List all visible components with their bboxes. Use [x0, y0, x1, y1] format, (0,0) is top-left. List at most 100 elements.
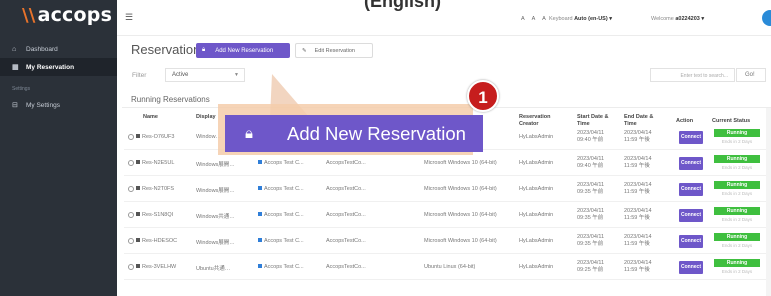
creator: HyLabsAdmin [519, 238, 554, 244]
row-select-radio[interactable] [128, 134, 134, 140]
status-cell: Running Ends in 2 Days [714, 129, 760, 144]
keyboard-label: Keyboard [549, 16, 573, 22]
filter-value: Active [172, 72, 189, 78]
column-header-name[interactable]: Name [143, 114, 158, 121]
keyboard-selector[interactable]: Keyboard Auto (en-US) ▾ [549, 16, 612, 22]
avatar[interactable] [762, 10, 771, 26]
sidebar-section-settings: Settings [12, 86, 31, 92]
add-new-reservation-label: Add New Reservation [215, 47, 274, 54]
connect-button[interactable]: Connect [679, 131, 703, 144]
scrollbar[interactable] [766, 108, 771, 296]
end-time: 2023/04/14 11:59 午後 [624, 208, 652, 222]
status-cell: Running Ends in 2 Days [714, 181, 760, 196]
end-time: 2023/04/14 11:59 午後 [624, 156, 652, 170]
vm-icon [136, 238, 140, 242]
display-name: Windows展開… [196, 240, 235, 246]
creator: HyLabsAdmin [519, 134, 554, 140]
template-text: Accops Test C... [264, 160, 304, 166]
user-menu[interactable]: Welcome a0224203 ▾ [651, 16, 704, 22]
row-select-radio[interactable] [128, 264, 134, 270]
connect-button[interactable]: Connect [679, 235, 703, 248]
end-time: 2023/04/14 11:59 午後 [624, 260, 652, 274]
os-name: Microsoft Windows 10 (64-bit) [424, 212, 497, 218]
reservation-name[interactable]: Res-O76UF3 [136, 134, 174, 140]
status-subtext: Ends in 2 Days [721, 191, 753, 196]
end-time: 2023/04/14 11:59 午後 [624, 182, 652, 196]
go-button[interactable]: Go! [736, 68, 766, 82]
display-name: Windows展開… [196, 188, 235, 194]
status-badge: Running [714, 181, 760, 189]
row-select-radio[interactable] [128, 238, 134, 244]
start-clock: 09:35 午前 [577, 189, 604, 195]
start-date: 2023/04/11 [577, 260, 605, 266]
end-clock: 11:59 午後 [624, 189, 650, 195]
connect-button[interactable]: Connect [679, 209, 703, 222]
column-header-action: Action [676, 118, 694, 124]
end-clock: 11:59 午後 [624, 163, 650, 169]
reservation-name[interactable]: Res-S1N8QI [136, 212, 173, 218]
app-logo[interactable]: \\ accops [22, 4, 112, 30]
top-bar: ☰ (English) A A A Keyboard Auto (en-US) … [117, 0, 771, 36]
connect-button[interactable]: Connect [679, 261, 703, 274]
display-name: Ubuntu共通… [196, 266, 231, 272]
end-date: 2023/04/14 [624, 130, 652, 136]
welcome-label: Welcome [651, 16, 674, 22]
connect-button[interactable]: Connect [679, 183, 703, 196]
creator: HyLabsAdmin [519, 186, 554, 192]
template-name: Accops Test C... [258, 238, 304, 244]
end-clock: 11:59 午後 [624, 241, 650, 247]
template-name: Accops Test C... [258, 186, 304, 192]
end-date: 2023/04/14 [624, 182, 652, 188]
page-title: Reservation [131, 42, 201, 57]
chevron-down-icon: ▼ [234, 72, 239, 78]
row-select-radio[interactable] [128, 186, 134, 192]
group-name: AccopsTestCo... [326, 160, 366, 166]
reservation-name[interactable]: Res-N2E5UL [136, 160, 174, 166]
reservation-name[interactable]: Res-N2T0FS [136, 186, 174, 192]
column-header-status[interactable]: Current Status [712, 118, 750, 125]
table-row[interactable]: Res-S1N8QI Windows共通… Accops Test C... Acco… [124, 204, 771, 228]
table-row[interactable]: Res-3VELHW Ubuntu共通… Accops Test C... Accop… [124, 256, 771, 280]
display-name: Windows展開… [196, 162, 235, 168]
end-date: 2023/04/14 [624, 234, 652, 240]
reservation-icon: ▦ [12, 64, 19, 71]
sidebar-item-label: Dashboard [26, 45, 58, 53]
vm-icon [136, 264, 140, 268]
edit-reservation-button[interactable]: ✎ Edit Reservation [295, 43, 373, 58]
group-name: AccopsTestCo... [326, 212, 366, 218]
connect-button[interactable]: Connect [679, 157, 703, 170]
start-time: 2023/04/11 09:40 午前 [577, 130, 604, 144]
start-clock: 09:25 午前 [577, 267, 604, 273]
status-badge: Running [714, 207, 760, 215]
reservation-name-text: Res-S1N8QI [142, 212, 174, 218]
status-subtext: Ends in 2 Days [721, 165, 753, 170]
reservation-name[interactable]: Res-3VELHW [136, 264, 176, 270]
vm-icon [136, 186, 140, 190]
reservation-name[interactable]: Res-HDESOC [136, 238, 177, 244]
sidebar-item-my-settings[interactable]: ⊟ My Settings [0, 96, 117, 114]
end-time: 2023/04/14 11:59 午後 [624, 234, 652, 248]
end-date: 2023/04/14 [624, 156, 652, 162]
start-clock: 09:35 午前 [577, 215, 604, 221]
table-row[interactable]: Res-N2E5UL Windows展開… Accops Test C... Acco… [124, 152, 771, 176]
font-size-controls[interactable]: A A A [521, 16, 549, 22]
status-subtext: Ends in 2 Days [721, 217, 753, 222]
creator: HyLabsAdmin [519, 264, 554, 270]
row-select-radio[interactable] [128, 160, 134, 166]
vm-icon [136, 212, 140, 216]
sidebar-item-dashboard[interactable]: ⌂ Dashboard [0, 40, 117, 58]
start-time: 2023/04/11 09:35 午前 [577, 234, 604, 248]
search-input[interactable]: Enter text to search... [650, 68, 735, 82]
add-new-reservation-button[interactable]: 🔒︎ Add New Reservation [196, 43, 290, 58]
reservation-name-text: Res-HDESOC [142, 238, 178, 244]
table-row[interactable]: Res-HDESOC Windows展開… Accops Test C... Acco… [124, 230, 771, 254]
filter-select[interactable]: Active ▼ [165, 68, 245, 82]
column-header-display[interactable]: Display [196, 114, 216, 121]
status-cell: Running Ends in 2 Days [714, 233, 760, 248]
end-clock: 11:59 午後 [624, 215, 650, 221]
sidebar-item-my-reservation[interactable]: ▦ My Reservation [0, 58, 117, 76]
row-select-radio[interactable] [128, 212, 134, 218]
table-row[interactable]: Res-N2T0FS Windows展開… Accops Test C... Acco… [124, 178, 771, 202]
menu-icon[interactable]: ☰ [125, 12, 133, 23]
display-name: Windows共通… [196, 214, 235, 220]
